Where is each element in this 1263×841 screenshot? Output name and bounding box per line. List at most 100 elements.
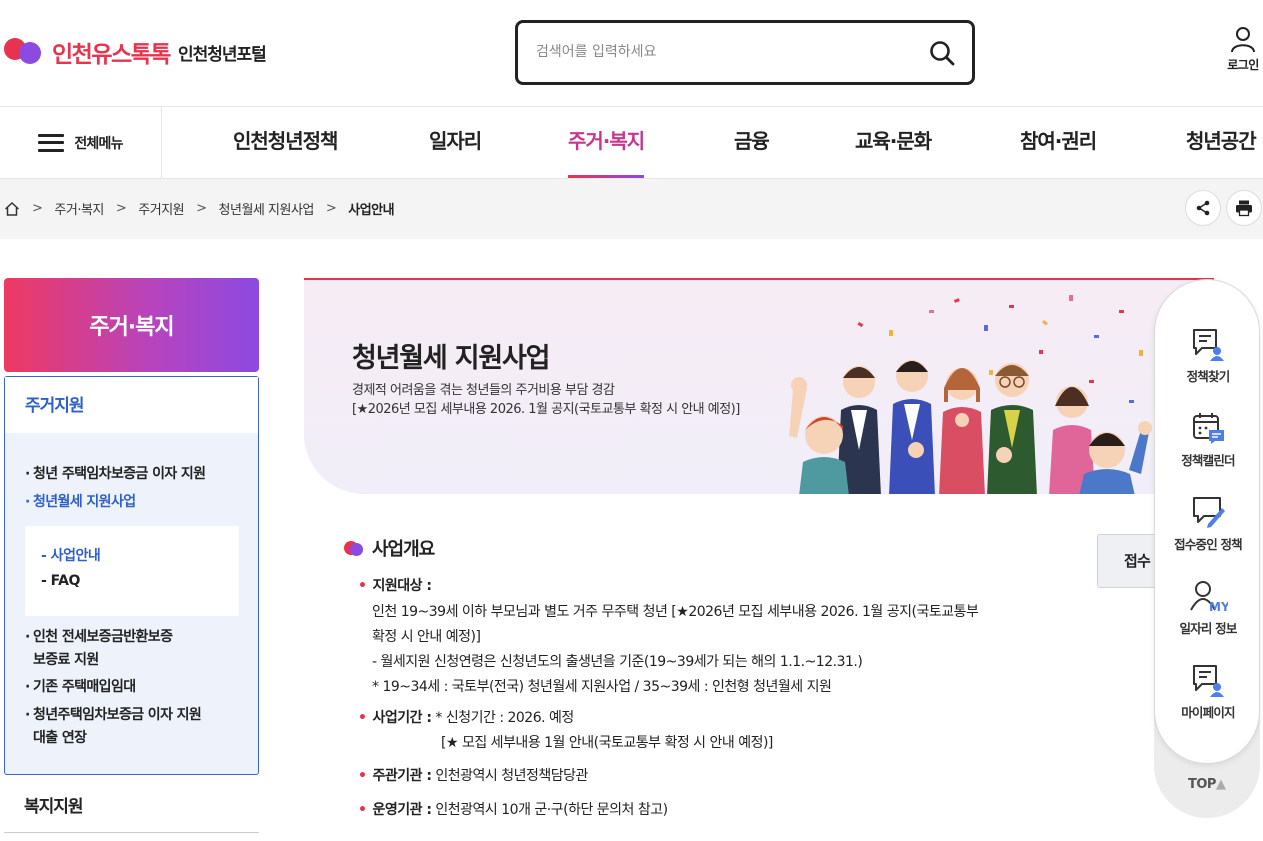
youth-group-illustration	[789, 295, 1169, 494]
bullet-icon: •	[358, 578, 367, 594]
detail-line: 인천 19~39세 이하 부모님과 별도 거주 무주택 청년 [★2026년 모…	[372, 604, 979, 620]
sidebar-group-welfare[interactable]: 복지지원	[24, 792, 84, 817]
sidebar-item-label: 기존 주택매입임대	[33, 679, 136, 695]
breadcrumb-chevron-icon: >	[115, 201, 127, 216]
section-mark-icon	[344, 539, 363, 558]
banner-desc-line: [★2026년 모집 세부내용 2026. 1월 공지(국토교통부 확정 시 안…	[352, 402, 740, 417]
breadcrumb-item[interactable]: 청년월세 지원사업	[219, 199, 315, 218]
page-title: 청년월세 지원사업	[352, 343, 551, 374]
quick-policy-calendar[interactable]: 정책캘린더	[1155, 410, 1261, 469]
section-title: 사업개요	[344, 535, 435, 561]
quick-my-page[interactable]: 마이페이지	[1155, 662, 1261, 721]
breadcrumb-chevron-icon: >	[325, 201, 337, 216]
info-value: 인천광역시 청년정책담당관	[435, 768, 588, 784]
site-header: 인천유스톡톡 인천청년포털 로그인	[0, 0, 1263, 107]
sidebar-item-purchase-rental[interactable]: · 기존 주택매입임대	[25, 676, 136, 699]
hamburger-icon	[38, 133, 65, 152]
info-label: 주관기관 :	[372, 768, 432, 784]
quick-label: 접수중인 정책	[1174, 537, 1243, 552]
sidebar-item-deposit-interest[interactable]: · 청년 주택임차보증금 이자 지원	[25, 463, 206, 486]
breadcrumb: > 주거·복지 > 주거지원 > 청년월세 지원사업 > 사업안내	[4, 199, 395, 218]
breadcrumb-bar: > 주거·복지 > 주거지원 > 청년월세 지원사업 > 사업안내	[0, 179, 1263, 239]
sidebar-group-housing-support[interactable]: 주거지원	[5, 377, 258, 433]
my-badge: MY	[1209, 600, 1228, 614]
print-button[interactable]	[1226, 190, 1262, 226]
scroll-top-button[interactable]: TOP▲	[1188, 777, 1226, 792]
detail-line: * 19~34세 : 국토부(전국) 청년월세 지원사업 / 35~39세 : …	[372, 679, 832, 695]
nav-item-participation[interactable]: 참여·권리	[1020, 107, 1097, 178]
info-row-operator: • 운영기관 : 인천광역시 10개 군·구(하단 문의처 참고)	[358, 798, 668, 823]
sidebar-item-label: 청년월세 지원사업	[33, 494, 136, 510]
nav-item-housing-welfare[interactable]: 주거·복지	[568, 107, 645, 178]
quick-open-policies[interactable]: 접수중인 정책	[1155, 494, 1261, 553]
divider	[4, 832, 259, 833]
breadcrumb-chevron-icon: >	[32, 201, 43, 216]
bullet-icon: •	[358, 802, 367, 818]
my-page-icon	[1193, 665, 1224, 697]
info-row-period: • 사업기간 : * 신청기간 : 2026. 예정	[358, 706, 574, 731]
sidebar-item-label: 보증료 지원	[33, 652, 99, 668]
detail-line: 확정 시 안내 예정)]	[372, 629, 481, 645]
info-label: 운영기관 :	[372, 802, 432, 818]
sidebar-submenu: - 사업안내 - FAQ	[25, 526, 239, 616]
breadcrumb-item[interactable]: 주거지원	[138, 199, 184, 218]
top-label: TOP	[1188, 777, 1216, 792]
person-figure	[789, 384, 849, 494]
sidebar-item-label: 청년주택임차보증금 이자 지원	[33, 707, 202, 723]
sidebar-menu: 주거지원 · 청년 주택임차보증금 이자 지원 · 청년월세 지원사업 - 사업안내…	[4, 376, 259, 775]
sidebar-sub-overview[interactable]: - 사업안내	[41, 545, 101, 565]
breadcrumb-item[interactable]: 주거·복지	[54, 199, 104, 218]
search-box	[515, 20, 975, 85]
triangle-up-icon: ▲	[1215, 777, 1226, 792]
sidebar-item-loan-extension[interactable]: · 청년주택임차보증금 이자 지원 대출 연장	[25, 704, 202, 750]
nav-item-finance[interactable]: 금융	[734, 107, 770, 178]
search-input[interactable]	[536, 37, 916, 67]
share-icon	[1196, 200, 1210, 216]
main-nav: 전체메뉴 인천청년정책 일자리 주거·복지 금융 교육·문화 참여·권리 청년공…	[0, 107, 1263, 179]
job-profile-icon: MY	[1190, 581, 1228, 614]
breadcrumb-current: 사업안내	[348, 203, 395, 218]
quick-policy-search[interactable]: 정책찾기	[1155, 326, 1261, 385]
nav-item-policy[interactable]: 인천청년정책	[233, 107, 338, 178]
all-menu-label: 전체메뉴	[74, 135, 123, 152]
logo-subtitle: 인천청년포털	[177, 44, 267, 65]
nav-item-education-culture[interactable]: 교육·문화	[855, 107, 932, 178]
info-row-organizer: • 주관기관 : 인천광역시 청년정책담당관	[358, 764, 588, 789]
policy-search-icon	[1193, 329, 1224, 361]
sidebar-item-label: 인천 전세보증금반환보증	[33, 629, 173, 645]
sidebar-heading: 주거·복지	[4, 278, 259, 372]
info-label: 지원대상 :	[372, 578, 432, 594]
person-figure	[939, 368, 985, 494]
search-icon[interactable]	[928, 39, 956, 67]
quick-label: 마이페이지	[1181, 705, 1235, 720]
section-title-text: 사업개요	[372, 539, 435, 560]
edit-bubble-icon	[1193, 497, 1225, 528]
bullet-icon: •	[358, 768, 367, 784]
sidebar-item-label: 대출 연장	[33, 730, 87, 746]
sidebar-item-jeonse-guarantee[interactable]: · 인천 전세보증금반환보증 보증료 지원	[25, 626, 173, 672]
info-value: 인천광역시 10개 군·구(하단 문의처 참고)	[435, 802, 668, 818]
all-menu-button[interactable]: 전체메뉴	[0, 107, 162, 178]
nav-item-youth-space[interactable]: 청년공간	[1186, 107, 1257, 178]
share-button[interactable]	[1185, 190, 1221, 226]
breadcrumb-chevron-icon: >	[196, 201, 207, 216]
person-figure	[889, 360, 935, 494]
quick-label: 일자리 정보	[1179, 621, 1237, 636]
print-icon	[1236, 200, 1252, 217]
quick-job-info[interactable]: MY 일자리 정보	[1155, 578, 1261, 637]
bullet-icon: •	[358, 710, 367, 726]
quick-label: 정책캘린더	[1181, 453, 1235, 468]
site-logo[interactable]: 인천유스톡톡 인천청년포털	[4, 34, 267, 70]
nav-item-jobs[interactable]: 일자리	[429, 107, 482, 178]
sidebar-item-rent-support[interactable]: · 청년월세 지원사업	[25, 491, 136, 514]
quick-panel: 정책찾기 정책캘린더 접수중인 정책 MY 일자리 정보 마이페이지	[1154, 279, 1260, 764]
info-label: 사업기간 :	[372, 710, 432, 726]
quick-label: 정책찾기	[1186, 369, 1231, 384]
calendar-icon	[1193, 413, 1224, 444]
logo-name: 인천유스톡톡	[52, 42, 171, 68]
login-button[interactable]: 로그인	[1222, 26, 1263, 73]
sidebar-sub-faq[interactable]: - FAQ	[41, 573, 80, 589]
home-icon[interactable]	[4, 201, 20, 217]
login-label: 로그인	[1227, 58, 1259, 72]
target-detail: 인천 19~39세 이하 부모님과 별도 거주 무주택 청년 [★2026년 모…	[372, 600, 979, 700]
